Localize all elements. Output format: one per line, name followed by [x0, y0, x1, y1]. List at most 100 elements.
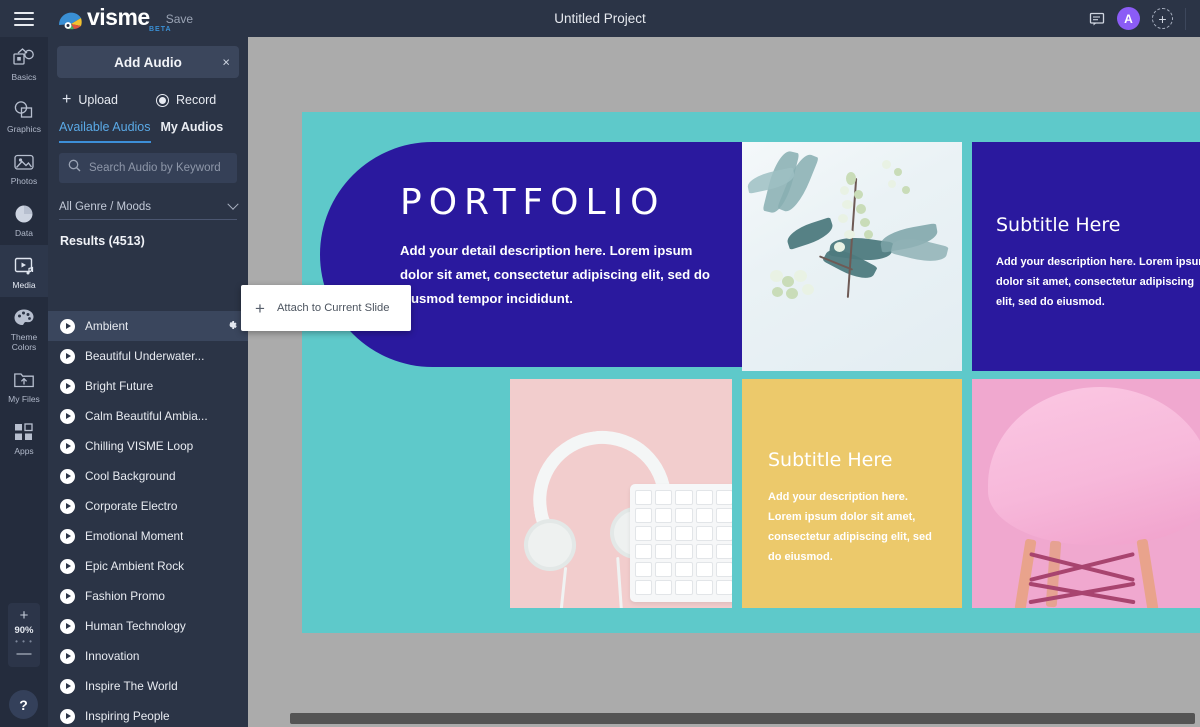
- play-icon[interactable]: [60, 438, 75, 454]
- audio-name: Ambient: [85, 319, 129, 333]
- headphones-keyboard-photo[interactable]: [510, 379, 732, 608]
- list-item[interactable]: Ambient: [48, 311, 248, 341]
- add-audio-panel: Add Audio × + Upload Record Available Au…: [48, 37, 248, 727]
- play-icon[interactable]: [60, 708, 75, 724]
- zoom-control: + 90% • • • —: [8, 603, 40, 667]
- list-item[interactable]: Inspire The World: [48, 671, 248, 701]
- tab-available-audios[interactable]: Available Audios: [59, 120, 151, 143]
- sidebar-item-media[interactable]: Media: [0, 245, 48, 297]
- play-icon[interactable]: [60, 318, 75, 334]
- sidebar-item-label: Apps: [14, 446, 34, 456]
- sidebar-item-basics[interactable]: Basics: [0, 37, 48, 89]
- list-item[interactable]: Innovation: [48, 641, 248, 671]
- genre-moods-dropdown[interactable]: All Genre / Moods: [59, 195, 239, 220]
- play-icon[interactable]: [60, 378, 75, 394]
- zoom-level-value: 90%: [14, 625, 34, 636]
- keyboard-illustration: [630, 484, 732, 602]
- genre-selected-value: All Genre / Moods: [59, 201, 152, 213]
- sidebar-item-graphics[interactable]: Graphics: [0, 89, 48, 141]
- panel-actions: + Upload Record: [48, 92, 248, 108]
- visme-logo-text: visme: [87, 4, 150, 30]
- audio-name: Human Technology: [85, 619, 186, 633]
- play-icon[interactable]: [60, 588, 75, 604]
- sidebar-item-apps[interactable]: Apps: [0, 411, 48, 463]
- audio-name: Corporate Electro: [85, 499, 178, 513]
- canvas-area[interactable]: PORTFOLIO Add your detail description he…: [248, 37, 1200, 727]
- botanical-leaves-photo[interactable]: [742, 142, 962, 371]
- audio-name: Cool Background: [85, 469, 176, 483]
- list-item[interactable]: Corporate Electro: [48, 491, 248, 521]
- list-item[interactable]: Human Technology: [48, 611, 248, 641]
- add-person-icon[interactable]: +: [1152, 8, 1173, 29]
- panel-title: Add Audio: [114, 54, 182, 70]
- subtitle-title: Subtitle Here: [768, 449, 893, 471]
- zoom-out-button[interactable]: —: [17, 646, 32, 661]
- avatar[interactable]: A: [1117, 7, 1140, 30]
- list-item[interactable]: Chilling VISME Loop: [48, 431, 248, 461]
- play-icon[interactable]: [60, 678, 75, 694]
- subtitle-block-yellow[interactable]: Subtitle Here Add your description here.…: [742, 379, 962, 608]
- play-icon[interactable]: [60, 408, 75, 424]
- list-item[interactable]: Inspiring People: [48, 701, 248, 727]
- visme-logo[interactable]: visme BETA: [58, 4, 171, 33]
- chevron-down-icon: [227, 198, 239, 210]
- play-icon[interactable]: [60, 528, 75, 544]
- hero-block[interactable]: PORTFOLIO Add your detail description he…: [320, 142, 752, 367]
- sidebar-item-my-files[interactable]: My Files: [0, 359, 48, 411]
- photos-icon: [2, 150, 46, 174]
- data-chart-icon: [2, 202, 46, 226]
- sidebar-item-label: Data: [15, 228, 33, 238]
- sidebar-item-theme-colors[interactable]: Theme Colors: [0, 297, 48, 359]
- list-item[interactable]: Bright Future: [48, 371, 248, 401]
- list-item[interactable]: Epic Ambient Rock: [48, 551, 248, 581]
- comment-icon[interactable]: [1089, 11, 1105, 27]
- top-bar: visme BETA Save Untitled Project A +: [0, 0, 1200, 37]
- sidebar-item-label: Basics: [11, 72, 37, 82]
- panel-header: Add Audio ×: [57, 46, 239, 78]
- search-icon: [68, 159, 81, 177]
- beta-badge: BETA: [149, 26, 172, 33]
- list-item[interactable]: Emotional Moment: [48, 521, 248, 551]
- help-button[interactable]: ?: [9, 690, 38, 719]
- zoom-in-button[interactable]: +: [20, 608, 29, 623]
- horizontal-scrollbar-thumb[interactable]: [290, 713, 1195, 724]
- panel-tabs: Available Audios My Audios: [48, 120, 248, 143]
- audio-name: Beautiful Underwater...: [85, 349, 205, 363]
- sidebar-item-label: Media: [12, 280, 36, 290]
- list-item[interactable]: Beautiful Underwater...: [48, 341, 248, 371]
- list-item[interactable]: Fashion Promo: [48, 581, 248, 611]
- play-icon[interactable]: [60, 558, 75, 574]
- play-icon[interactable]: [60, 468, 75, 484]
- subtitle-block-right[interactable]: Subtitle Here Add your description here.…: [972, 142, 1200, 371]
- save-button[interactable]: Save: [166, 12, 193, 26]
- upload-button[interactable]: + Upload: [62, 92, 118, 108]
- folder-upload-icon: [2, 368, 46, 392]
- close-icon[interactable]: ×: [222, 56, 230, 69]
- play-icon[interactable]: [60, 648, 75, 664]
- hero-description: Add your detail description here. Lorem …: [400, 243, 710, 306]
- list-item[interactable]: Cool Background: [48, 461, 248, 491]
- list-item[interactable]: Calm Beautiful Ambia...: [48, 401, 248, 431]
- play-icon[interactable]: [60, 348, 75, 364]
- audio-name: Bright Future: [85, 379, 154, 393]
- hamburger-menu-icon[interactable]: [0, 0, 48, 37]
- attach-to-current-slide-popup[interactable]: + Attach to Current Slide: [241, 285, 411, 331]
- search-input[interactable]: [89, 162, 243, 174]
- subtitle-body: Add your description here. Lorem ipsum d…: [768, 491, 932, 563]
- search-box[interactable]: [59, 153, 243, 183]
- sidebar-item-label: Photos: [10, 176, 38, 186]
- slide-canvas[interactable]: PORTFOLIO Add your detail description he…: [302, 112, 1200, 633]
- audio-list[interactable]: Ambient Beautiful Underwater... Bright F…: [48, 311, 248, 727]
- sidebar-item-photos[interactable]: Photos: [0, 141, 48, 193]
- audio-name: Epic Ambient Rock: [85, 559, 185, 573]
- left-sidebar-rail: Basics Graphics Photos Data Media Theme …: [0, 37, 48, 727]
- play-icon[interactable]: [60, 498, 75, 514]
- horizontal-scrollbar-track[interactable]: [248, 710, 1200, 727]
- gear-icon[interactable]: [226, 319, 238, 334]
- tab-my-audios[interactable]: My Audios: [161, 120, 224, 143]
- sidebar-item-data[interactable]: Data: [0, 193, 48, 245]
- record-button[interactable]: Record: [155, 93, 216, 107]
- pink-chair-photo[interactable]: [972, 379, 1200, 608]
- play-icon[interactable]: [60, 618, 75, 634]
- media-icon: [2, 254, 46, 278]
